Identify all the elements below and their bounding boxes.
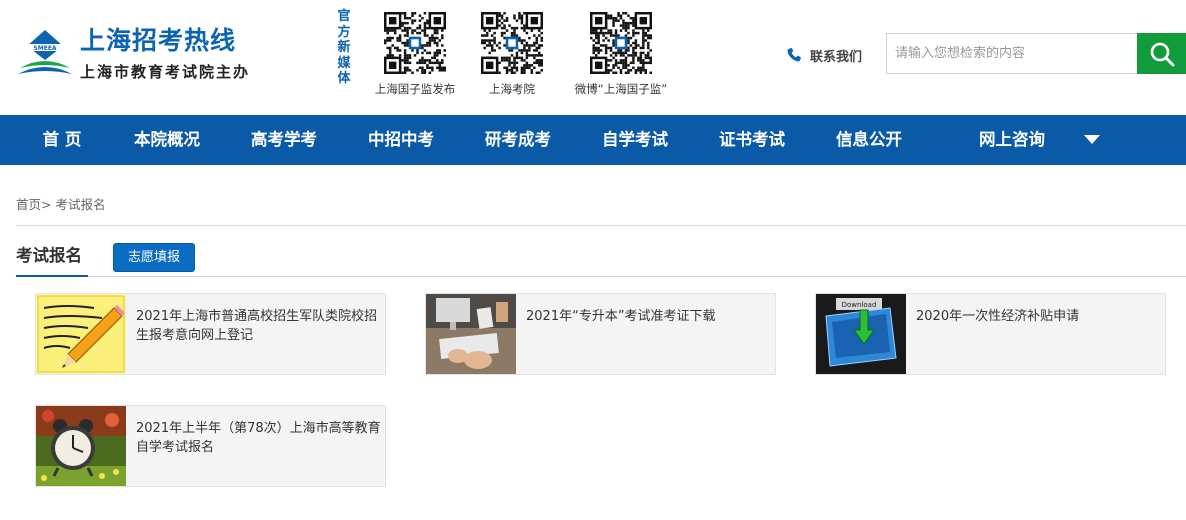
breadcrumb-home[interactable]: 首页 [16,197,41,212]
tab-volunteer-filling[interactable]: 志愿填报 [113,243,195,272]
nav-item-xinxi[interactable]: 信息公开 [836,115,902,165]
qr-code-icon [590,12,652,74]
news-card[interactable]: 2021年上半年（第78次）上海市高等教育自学考试报名 [35,405,386,487]
site-header: SMEEA 上海招考热线 上海市教育考试院主办 官方新媒体 上海国子监发布 上海… [0,0,1186,115]
caret-down-icon[interactable] [1084,135,1100,145]
breadcrumb: 首页> 考试报名 [16,194,106,213]
news-card-title: 2021年上半年（第78次）上海市高等教育自学考试报名 [136,421,381,455]
nav-item-zixue[interactable]: 自学考试 [602,115,668,165]
svg-text:SMEEA: SMEEA [33,45,56,52]
active-tab-indicator [16,275,88,277]
nav-item-zhengshu[interactable]: 证书考试 [719,115,785,165]
breadcrumb-separator: > [41,197,52,212]
news-card[interactable]: Download 2020年一次性经济补贴申请 [815,293,1166,375]
news-card-title: 2020年一次性经济补贴申请 [916,309,1080,324]
tab-exam-registration[interactable]: 考试报名 [16,242,82,266]
alarm-clock-image [36,406,126,486]
news-card-title: 2021年上海市普通高校招生军队类院校招生报考意向网上登记 [136,309,378,343]
news-card[interactable]: 2021年上海市普通高校招生军队类院校招生报考意向网上登记 [35,293,386,375]
smeea-logo-icon: SMEEA [18,30,72,74]
download-folder-image: Download [816,294,906,374]
qr-code-label: 上海国子监发布 [374,82,456,96]
site-logo[interactable]: SMEEA 上海招考热线 上海市教育考试院主办 [16,26,248,88]
search-button[interactable] [1137,33,1186,74]
qr-code-weibo[interactable]: 微博“上海国子监” [566,12,676,97]
nav-item-zixun[interactable]: 网上咨询 [979,115,1045,165]
news-card[interactable]: 2021年“专升本”考试准考证下载 [425,293,776,375]
qr-code-kaoyuan[interactable]: 上海考院 [457,12,567,97]
nav-item-gaokao[interactable]: 高考学考 [251,115,317,165]
qr-code-icon [384,12,446,74]
breadcrumb-divider [16,225,1186,226]
main-nav: 首 页 本院概况 高考学考 中招中考 研考成考 自学考试 证书考试 信息公开 网… [0,115,1186,165]
nav-item-yankao[interactable]: 研考成考 [485,115,551,165]
contact-us-link[interactable]: 联系我们 [786,46,863,65]
qr-code-label: 上海考院 [489,82,535,96]
qr-code-label: 微博“上海国子监” [574,82,668,96]
search-icon [1150,42,1174,66]
site-subtitle: 上海市教育考试院主办 [80,63,251,81]
breadcrumb-current: 考试报名 [55,197,106,212]
new-media-label: 官方新媒体 [337,9,351,86]
svg-text:Download: Download [842,301,877,309]
contact-us-label: 联系我们 [810,49,863,65]
pencil-notepad-image [36,294,126,374]
news-card-title: 2021年“专升本”考试准考证下载 [526,309,716,324]
nav-item-home[interactable]: 首 页 [43,115,82,165]
qr-code-guozijian-fabu[interactable]: 上海国子监发布 [360,12,470,97]
section-divider [16,276,1186,277]
site-search [886,33,1186,74]
search-input[interactable] [886,33,1137,74]
nav-item-zhongkao[interactable]: 中招中考 [368,115,434,165]
qr-code-icon [481,12,543,74]
desk-keyboard-image [426,294,516,374]
nav-item-about[interactable]: 本院概况 [134,115,200,165]
site-title: 上海招考热线 [80,26,237,55]
phone-icon [787,48,801,62]
